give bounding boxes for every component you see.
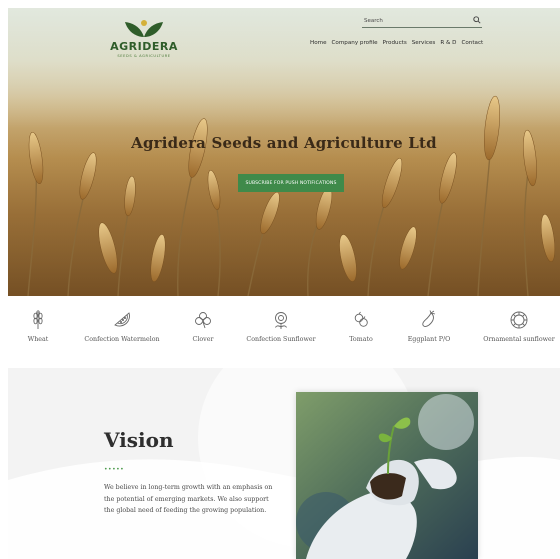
brand-tagline: SEEDS & AGRICULTURE [117,54,171,58]
brand-name: AGRIDERA [110,40,178,53]
nav-contact[interactable]: Contact [461,40,483,46]
seedling-photo [296,392,478,559]
main-nav: Home Company profile Products Services R… [310,40,488,46]
brand-logo[interactable]: AGRIDERA SEEDS & AGRICULTURE [108,18,180,58]
product-label: Ornamental sunflower [483,336,555,343]
product-item-tomato[interactable]: Tomato [346,310,376,343]
page: AGRIDERA SEEDS & AGRICULTURE Home Compan… [8,8,560,559]
nav-company-profile[interactable]: Company profile [332,40,378,46]
product-label: Clover [192,336,214,343]
wheat-icon [33,310,43,329]
clover-icon [195,312,211,329]
product-label: Eggplant P/O [407,336,451,343]
leaf-logo-icon [125,20,163,37]
product-item-wheat[interactable]: Wheat [18,310,58,343]
hero-banner: AGRIDERA SEEDS & AGRICULTURE Home Compan… [8,8,560,296]
product-item-eggplant[interactable]: Eggplant P/O [406,310,452,343]
product-item-confection-sunflower[interactable]: Confection Sunflower [244,310,318,343]
seedling-glove-image [296,392,478,559]
nav-home[interactable]: Home [310,40,327,46]
vision-text: We believe in long-term growth with an e… [104,484,273,514]
vision-title: Vision [104,428,174,452]
search-bar [362,14,482,28]
search-icon[interactable] [473,16,481,24]
sunflower-icon [275,312,287,329]
product-label: Confection Watermelon [84,336,160,343]
product-label: Tomato [349,336,373,343]
product-item-confection-watermelon[interactable]: Confection Watermelon [76,310,168,343]
eggplant-icon [422,310,436,327]
product-label: Wheat [27,336,49,343]
vision-divider: ••••• [104,466,125,473]
hero-title: Agridera Seeds and Agriculture Ltd [131,134,437,152]
wheat-field-photo [8,95,560,296]
product-item-ornamental-sunflower[interactable]: Ornamental sunflower [480,310,558,343]
product-label: Confection Sunflower [246,336,316,343]
nav-r-and-d[interactable]: R & D [440,40,456,46]
product-categories: Wheat Confection Watermelon Clover Confe… [8,296,560,368]
product-item-clover[interactable]: Clover [188,310,218,343]
watermelon-icon [114,312,130,327]
subscribe-button[interactable]: SUBSCRIBE FOR PUSH NOTIFICATIONS [238,174,344,192]
tomato-icon [354,311,368,327]
ornamental-sunflower-icon [510,311,528,329]
search-input[interactable] [362,17,468,24]
nav-services[interactable]: Services [412,40,436,46]
vision-section: Vision ••••• We believe in long-term gro… [8,368,560,559]
nav-products[interactable]: Products [383,40,407,46]
